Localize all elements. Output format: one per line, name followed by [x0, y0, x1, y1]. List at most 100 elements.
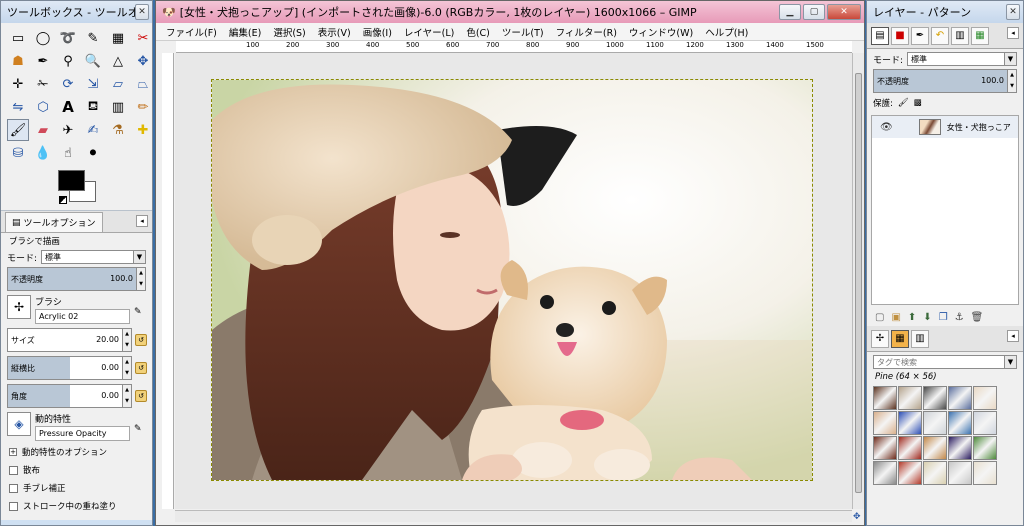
- visibility-eye-icon[interactable]: 👁: [880, 122, 893, 133]
- menu-item[interactable]: フィルター(R): [556, 25, 617, 39]
- scatter-box[interactable]: [9, 465, 18, 475]
- ellipse-select-tool-icon[interactable]: ◯: [32, 27, 54, 49]
- scatter-checkbox[interactable]: 散布: [1, 461, 152, 479]
- pattern-swatch[interactable]: [898, 461, 922, 485]
- rect-select-tool-icon[interactable]: ▭: [7, 27, 29, 49]
- color-tab-icon[interactable]: ▦: [971, 26, 989, 45]
- angle-reset-icon[interactable]: ↺: [135, 390, 147, 402]
- patterns-tab-icon[interactable]: ▦: [891, 329, 909, 348]
- scissors-tool-icon[interactable]: ✂: [132, 27, 152, 49]
- align-tool-icon[interactable]: ✛: [7, 73, 29, 95]
- raise-layer-icon[interactable]: ⬆: [908, 312, 916, 323]
- layer-opacity-slider[interactable]: 不透明度 100.0 ▲ ▼: [873, 69, 1017, 93]
- pattern-swatch[interactable]: [948, 436, 972, 460]
- toolbox-titlebar[interactable]: ツールボックス - ツールオプ... ✕: [1, 1, 152, 23]
- duplicate-layer-icon[interactable]: ❐: [939, 312, 948, 323]
- layers-close-icon[interactable]: ✕: [1006, 4, 1020, 20]
- pattern-swatch[interactable]: [898, 386, 922, 410]
- tool-options-tab[interactable]: ▤ ツールオプション: [5, 212, 103, 232]
- perspective-clone-tool-icon[interactable]: ⛁: [7, 142, 29, 164]
- pattern-swatch[interactable]: [948, 461, 972, 485]
- pattern-swatch[interactable]: [923, 461, 947, 485]
- angle-spin-icon[interactable]: ▲ ▼: [122, 385, 131, 407]
- pattern-swatch[interactable]: [873, 461, 897, 485]
- new-layer-icon[interactable]: ▢: [875, 312, 884, 323]
- aspect-spin-icon[interactable]: ▲ ▼: [122, 357, 131, 379]
- angle-slider[interactable]: 角度 0.00 ▲ ▼: [7, 384, 132, 408]
- pattern-swatch[interactable]: [923, 436, 947, 460]
- paintbrush-tool-icon[interactable]: 🖌: [7, 119, 29, 141]
- menu-item[interactable]: ツール(T): [502, 25, 544, 39]
- crop-tool-icon[interactable]: ✁: [32, 73, 54, 95]
- lasso-tool-icon[interactable]: ➰: [57, 27, 79, 49]
- aspect-reset-icon[interactable]: ↺: [135, 362, 147, 374]
- color-picker-tool-icon[interactable]: ⚲: [57, 50, 79, 72]
- menu-item[interactable]: ヘルプ(H): [705, 25, 748, 39]
- dynamics-name-field[interactable]: Pressure Opacity: [35, 426, 130, 441]
- color-select-tool-icon[interactable]: ▦: [107, 27, 129, 49]
- anchor-layer-icon[interactable]: ⚓: [955, 312, 964, 323]
- zoom-tool-icon[interactable]: 🔍: [82, 50, 104, 72]
- menu-item[interactable]: 編集(E): [229, 25, 261, 39]
- blend-tool-icon[interactable]: ▥: [107, 96, 129, 118]
- menu-item[interactable]: ウィンドウ(W): [629, 25, 693, 39]
- pattern-swatch[interactable]: [923, 386, 947, 410]
- layer-opacity-spin-icon[interactable]: ▲ ▼: [1007, 70, 1016, 92]
- size-reset-icon[interactable]: ↺: [135, 334, 147, 346]
- scale-tool-icon[interactable]: ⇲: [82, 73, 104, 95]
- pattern-swatch[interactable]: [948, 386, 972, 410]
- maximize-icon[interactable]: ▢: [803, 4, 825, 20]
- image-canvas[interactable]: [211, 79, 813, 481]
- gradients-tab-icon[interactable]: ▥: [911, 329, 929, 348]
- layer-row[interactable]: 👁 女性・犬抱っこア: [872, 116, 1018, 138]
- channels-tab-icon[interactable]: ■: [891, 26, 909, 45]
- move-tool-icon[interactable]: ✥: [132, 50, 152, 72]
- eraser-tool-icon[interactable]: ▰: [32, 119, 54, 141]
- layers-tab-icon[interactable]: ▤: [871, 26, 889, 45]
- paths-tab-icon[interactable]: ✒: [911, 26, 929, 45]
- menu-item[interactable]: レイヤー(L): [404, 25, 454, 39]
- brush-name-field[interactable]: Acrylic 02: [35, 309, 130, 324]
- bucket-fill-tool-icon[interactable]: ⛾: [82, 96, 104, 118]
- incremental-checkbox[interactable]: ストローク中の重ね塗り: [1, 497, 152, 515]
- size-spin-icon[interactable]: ▲ ▼: [122, 329, 131, 351]
- pattern-swatch[interactable]: [873, 436, 897, 460]
- measure-tool-icon[interactable]: △: [107, 50, 129, 72]
- foreground-color-swatch[interactable]: [58, 170, 85, 191]
- navigate-icon[interactable]: ✥: [853, 512, 863, 522]
- lock-alpha-icon[interactable]: ▩: [914, 98, 922, 108]
- pattern-swatch[interactable]: [873, 386, 897, 410]
- pattern-swatch[interactable]: [898, 436, 922, 460]
- menu-item[interactable]: 色(C): [466, 25, 490, 39]
- horizontal-ruler[interactable]: 100 200 300 400 500 600 700 800 900 1000 1100 1200 1…: [176, 41, 852, 53]
- incremental-box[interactable]: [9, 501, 18, 511]
- layer-mode-select[interactable]: 標準 ▼: [907, 52, 1017, 66]
- opacity-slider[interactable]: 不透明度 100.0 ▲ ▼: [7, 267, 146, 291]
- fuzzy-select-tool-icon[interactable]: ✎: [82, 27, 104, 49]
- minimize-icon[interactable]: ▁: [779, 4, 801, 20]
- pencil-tool-icon[interactable]: ✏: [132, 96, 152, 118]
- jitter-box[interactable]: [9, 483, 18, 493]
- vertical-ruler[interactable]: [162, 53, 174, 509]
- dynamics-options-expander[interactable]: + 動的特性のオプション: [1, 443, 152, 461]
- menu-item[interactable]: 画像(I): [363, 25, 392, 39]
- menu-item[interactable]: 選択(S): [273, 25, 305, 39]
- patterns-tab-menu-icon[interactable]: ◂: [1007, 330, 1019, 342]
- brushes-tab-icon[interactable]: ✢: [871, 329, 889, 348]
- undo-tab-icon[interactable]: ↶: [931, 26, 949, 45]
- menu-item[interactable]: 表示(V): [318, 25, 351, 39]
- mode-select[interactable]: 標準 ▼: [41, 250, 146, 264]
- shear-tool-icon[interactable]: ▱: [107, 73, 129, 95]
- pattern-swatch[interactable]: [973, 436, 997, 460]
- close-icon[interactable]: ✕: [827, 4, 861, 20]
- foreground-select-tool-icon[interactable]: ☗: [7, 50, 29, 72]
- layers-titlebar[interactable]: レイヤー - パターン ✕: [867, 1, 1023, 23]
- vertical-scroll-thumb[interactable]: [855, 73, 862, 493]
- lower-layer-icon[interactable]: ⬇: [923, 312, 931, 323]
- brush-edit-icon[interactable]: ✎: [134, 307, 146, 319]
- pattern-swatch[interactable]: [973, 386, 997, 410]
- pattern-swatch[interactable]: [898, 411, 922, 435]
- pattern-swatch[interactable]: [873, 411, 897, 435]
- size-slider[interactable]: サイズ 20.00 ▲ ▼: [7, 328, 132, 352]
- new-layer-group-icon[interactable]: ▣: [891, 312, 900, 323]
